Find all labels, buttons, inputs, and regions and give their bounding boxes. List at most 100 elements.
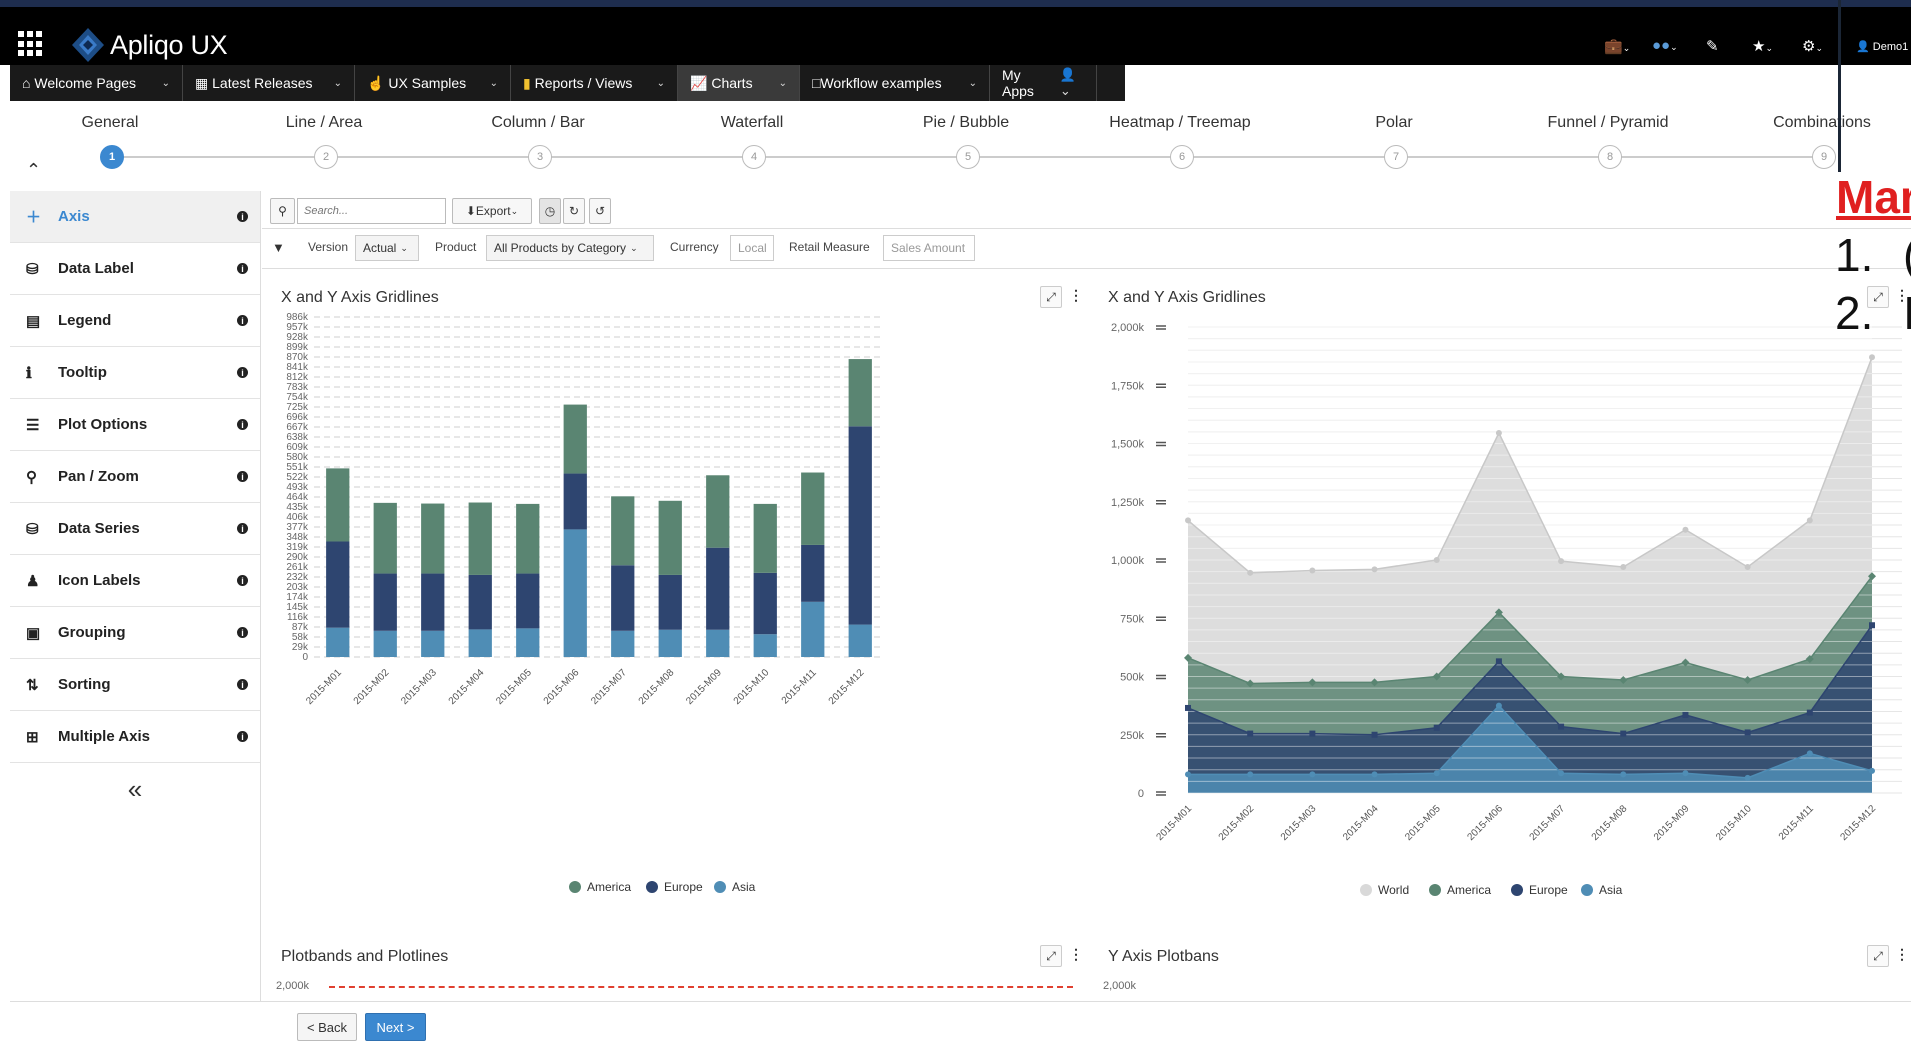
legend-marker[interactable] bbox=[1511, 884, 1523, 896]
version-select[interactable]: Actual ⌄ bbox=[355, 235, 419, 261]
info-icon[interactable]: i bbox=[237, 211, 248, 222]
step-circle[interactable]: 8 bbox=[1598, 145, 1622, 169]
point-asia bbox=[1371, 771, 1378, 778]
user-menu[interactable]: 👤 Demo1 bbox=[1856, 40, 1908, 53]
bar-asia bbox=[801, 601, 825, 657]
bar-asia bbox=[658, 629, 682, 657]
step-label[interactable]: Column / Bar bbox=[491, 114, 584, 132]
step-circle[interactable]: 6 bbox=[1170, 145, 1194, 169]
search-icon: ⚲ bbox=[26, 468, 37, 486]
search-icon[interactable]: ⚲ bbox=[270, 198, 295, 224]
step-label[interactable]: Waterfall bbox=[721, 114, 784, 132]
sidebar-item-grouping[interactable]: ▣ Grouping i bbox=[10, 607, 260, 659]
sidebar-item-data-label[interactable]: ⛁ Data Label i bbox=[10, 243, 260, 295]
users-icon[interactable]: ●●⌄ bbox=[1652, 37, 1678, 54]
export-button[interactable]: ⬇ Export ⌄ bbox=[452, 198, 532, 224]
sidebar-item-sorting[interactable]: ⇅ Sorting i bbox=[10, 659, 260, 711]
legend-marker[interactable] bbox=[1360, 884, 1372, 896]
step-circle[interactable]: 1 bbox=[100, 145, 124, 169]
step-label[interactable]: Polar bbox=[1375, 114, 1412, 132]
undo-icon[interactable]: ↺ bbox=[589, 198, 611, 224]
step-circle[interactable]: 2 bbox=[314, 145, 338, 169]
nav-my-apps[interactable]: My Apps 👤⌄ bbox=[990, 65, 1097, 101]
info-icon[interactable]: i bbox=[237, 367, 248, 378]
expand-icon[interactable]: ⤢ bbox=[1867, 945, 1889, 967]
legend-marker[interactable] bbox=[1429, 884, 1441, 896]
x-tick-label: 2015-M03 bbox=[399, 667, 439, 707]
info-icon[interactable]: i bbox=[237, 731, 248, 742]
legend-label[interactable]: Asia bbox=[732, 880, 756, 894]
sidebar-item-pan-zoom[interactable]: ⚲ Pan / Zoom i bbox=[10, 451, 260, 503]
legend-label[interactable]: Europe bbox=[664, 880, 703, 894]
sidebar-item-multiple-axis[interactable]: ⊞ Multiple Axis i bbox=[10, 711, 260, 763]
legend-marker[interactable] bbox=[714, 881, 726, 893]
legend-label[interactable]: Europe bbox=[1529, 883, 1568, 897]
product-select[interactable]: All Products by Category ⌄ bbox=[486, 235, 654, 261]
more-menu-icon[interactable]: ⋮ bbox=[1895, 946, 1909, 963]
legend-label[interactable]: America bbox=[587, 880, 631, 894]
database-icon: ⛁ bbox=[26, 260, 39, 278]
step-label[interactable]: Heatmap / Treemap bbox=[1109, 114, 1250, 132]
info-icon[interactable]: i bbox=[237, 471, 248, 482]
briefcase-icon[interactable]: 💼⌄ bbox=[1604, 37, 1630, 55]
collapse-up-icon[interactable]: ⌃ bbox=[26, 160, 41, 181]
sidebar-item-axis[interactable]: ＋ Axis i bbox=[10, 191, 260, 243]
expand-icon[interactable]: ⤢ bbox=[1040, 945, 1062, 967]
step-label[interactable]: Pie / Bubble bbox=[923, 114, 1009, 132]
step-circle[interactable]: 7 bbox=[1384, 145, 1408, 169]
next-button[interactable]: Next > bbox=[365, 1013, 426, 1041]
edit-icon[interactable]: ✎ bbox=[1706, 37, 1719, 55]
info-icon[interactable]: i bbox=[237, 575, 248, 586]
nav-reports-views[interactable]: ▮ Reports / Views ⌄ bbox=[511, 65, 678, 101]
collapse-sidebar-icon[interactable]: « bbox=[10, 763, 260, 815]
info-icon[interactable]: i bbox=[237, 263, 248, 274]
sidebar-item-tooltip[interactable]: ℹ Tooltip i bbox=[10, 347, 260, 399]
nav-workflow-examples[interactable]: □Workflow examples ⌄ bbox=[800, 65, 990, 101]
legend-marker[interactable] bbox=[569, 881, 581, 893]
sidebar-item-legend[interactable]: ▤ Legend i bbox=[10, 295, 260, 347]
step-circle[interactable]: 5 bbox=[956, 145, 980, 169]
settings-icon[interactable]: ⚙⌄ bbox=[1802, 37, 1823, 55]
legend-label[interactable]: America bbox=[1447, 883, 1491, 897]
point-europe bbox=[1433, 724, 1440, 731]
step-label[interactable]: Funnel / Pyramid bbox=[1548, 114, 1669, 132]
info-icon[interactable]: i bbox=[237, 419, 248, 430]
nav-welcome-pages[interactable]: ⌂ Welcome Pages ⌄ bbox=[10, 65, 183, 101]
y-tick-label: 812k bbox=[286, 372, 309, 383]
step-circle[interactable]: 4 bbox=[742, 145, 766, 169]
info-icon[interactable]: i bbox=[237, 679, 248, 690]
info-icon[interactable]: i bbox=[237, 523, 248, 534]
filter-icon[interactable]: ▼ bbox=[272, 240, 285, 255]
nav-latest-releases[interactable]: ▦ Latest Releases ⌄ bbox=[183, 65, 355, 101]
sidebar-item-icon-labels[interactable]: ♟ Icon Labels i bbox=[10, 555, 260, 607]
x-tick-label: 2015-M12 bbox=[1839, 803, 1879, 843]
step-label[interactable]: General bbox=[82, 114, 139, 132]
apps-grid-icon[interactable] bbox=[18, 31, 44, 57]
x-tick-label: 2015-M02 bbox=[352, 667, 392, 707]
step-label[interactable]: Line / Area bbox=[286, 114, 363, 132]
chevron-down-icon: ⌄ bbox=[400, 242, 408, 253]
clock-icon[interactable]: ◷ bbox=[539, 198, 561, 224]
info-icon[interactable]: i bbox=[237, 627, 248, 638]
y-tick-label: 29k bbox=[292, 642, 309, 653]
sidebar-item-data-series[interactable]: ⛁ Data Series i bbox=[10, 503, 260, 555]
y-tick-label: 0 bbox=[302, 652, 308, 663]
legend-marker[interactable] bbox=[646, 881, 658, 893]
point-world bbox=[1744, 563, 1751, 570]
more-menu-icon[interactable]: ⋮ bbox=[1069, 946, 1083, 963]
search-input[interactable] bbox=[297, 198, 446, 224]
refresh-icon[interactable]: ↻ bbox=[563, 198, 585, 224]
sidebar-item-plot-options[interactable]: ☰ Plot Options i bbox=[10, 399, 260, 451]
legend-label[interactable]: Asia bbox=[1599, 883, 1623, 897]
info-icon[interactable]: i bbox=[237, 315, 248, 326]
nav-ux-samples[interactable]: ☝ UX Samples ⌄ bbox=[355, 65, 511, 101]
legend-marker[interactable] bbox=[1581, 884, 1593, 896]
step-circle[interactable]: 9 bbox=[1812, 145, 1836, 169]
back-button[interactable]: < Back bbox=[297, 1013, 357, 1041]
step-label[interactable]: Combinations bbox=[1773, 114, 1871, 132]
more-menu-icon[interactable]: ⋮ bbox=[1069, 287, 1083, 304]
step-circle[interactable]: 3 bbox=[528, 145, 552, 169]
nav-charts[interactable]: 📈 Charts ⌄ bbox=[678, 65, 800, 101]
star-icon[interactable]: ★⌄ bbox=[1752, 37, 1773, 55]
legend-label[interactable]: World bbox=[1378, 883, 1409, 897]
